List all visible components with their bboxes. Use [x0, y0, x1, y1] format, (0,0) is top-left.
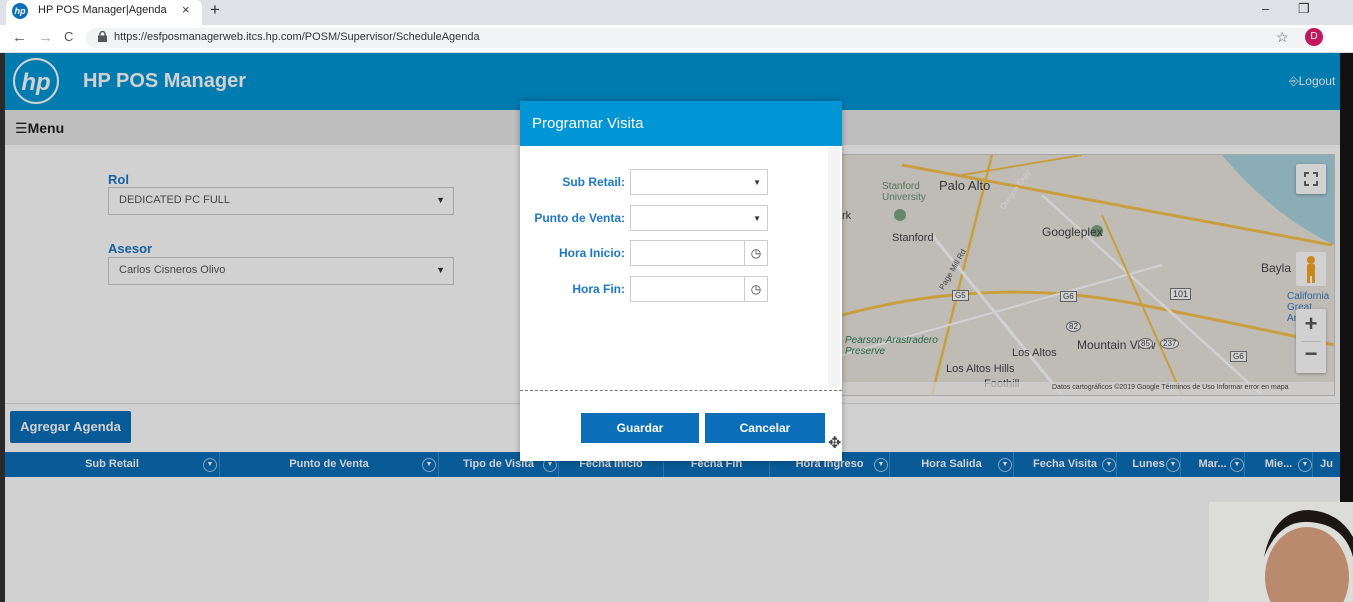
- dialog-resize-outline: [520, 390, 842, 391]
- tab-title: HP POS Manager|Agenda: [38, 4, 167, 16]
- hp-favicon-icon: hp: [12, 3, 28, 19]
- tab-close-icon[interactable]: ×: [182, 2, 190, 17]
- url-text: https://esfposmanagerweb.itcs.hp.com/POS…: [114, 31, 480, 43]
- punto-venta-select[interactable]: ▼: [630, 205, 768, 231]
- forward-button[interactable]: →: [38, 29, 53, 46]
- dialog-title: Programar Visita: [532, 115, 644, 132]
- guardar-button[interactable]: Guardar: [581, 413, 699, 443]
- reload-button[interactable]: C: [64, 29, 73, 44]
- browser-tab-bar: [0, 0, 1353, 25]
- back-button[interactable]: ←: [12, 29, 27, 46]
- hora-inicio-input[interactable]: ◷: [630, 240, 768, 266]
- programar-visita-dialog: Programar Visita Sub Retail: ▼ Punto de …: [520, 101, 842, 461]
- sub-retail-select[interactable]: ▼: [630, 169, 768, 195]
- hora-fin-label: Hora Fin:: [572, 282, 625, 296]
- bookmark-star-icon[interactable]: ☆: [1276, 29, 1289, 46]
- restore-window-button[interactable]: ❐: [1298, 1, 1310, 17]
- hora-fin-input[interactable]: ◷: [630, 276, 768, 302]
- cancelar-button[interactable]: Cancelar: [705, 413, 825, 443]
- lock-icon: [98, 30, 107, 45]
- dialog-header: Programar Visita: [520, 101, 842, 146]
- minimize-window-button[interactable]: –: [1262, 1, 1269, 16]
- chevron-down-icon: ▼: [753, 178, 761, 187]
- webcam-overlay: [1209, 502, 1353, 602]
- hora-inicio-label: Hora Inicio:: [558, 246, 625, 260]
- clock-icon[interactable]: ◷: [744, 241, 767, 265]
- clock-icon[interactable]: ◷: [744, 277, 767, 301]
- app-viewport: hp HP POS Manager ⎆Logout ☰Menu Rol DEDI…: [5, 53, 1340, 602]
- dialog-scrollbar[interactable]: [828, 147, 840, 387]
- profile-avatar[interactable]: D: [1305, 28, 1323, 46]
- sub-retail-label: Sub Retail:: [562, 175, 625, 189]
- punto-venta-label: Punto de Venta:: [534, 211, 625, 225]
- presenter-video-image: [1209, 502, 1353, 602]
- move-cursor-icon: ✥: [828, 435, 842, 452]
- chevron-down-icon: ▼: [753, 214, 761, 223]
- new-tab-button[interactable]: +: [210, 0, 220, 20]
